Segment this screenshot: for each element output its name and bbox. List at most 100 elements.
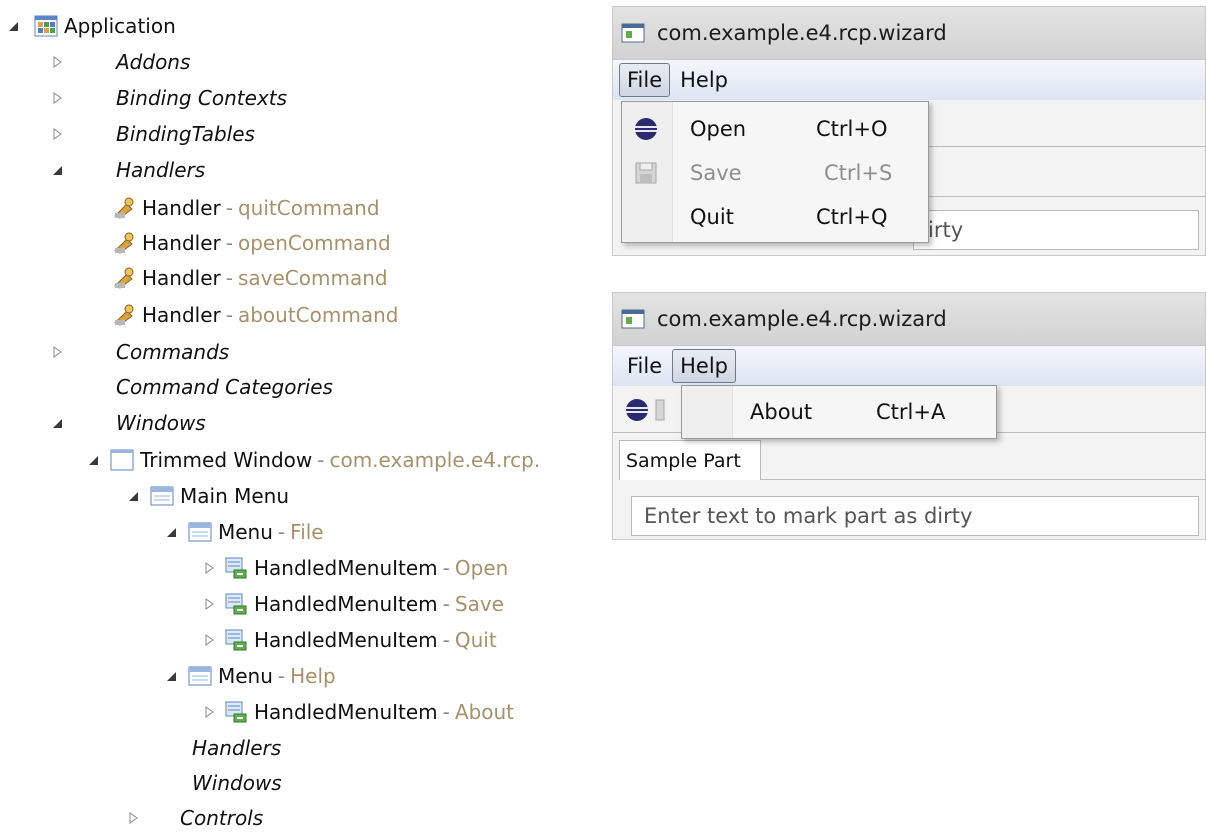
menu-help[interactable]: Help <box>672 63 736 97</box>
tree-node-binding-tables[interactable]: BindingTables <box>50 116 255 152</box>
menu-file[interactable]: File <box>619 349 670 383</box>
tree-value: saveCommand <box>237 266 388 290</box>
tree-label: Menu <box>218 520 273 544</box>
menu-bar: File Help <box>613 59 1205 101</box>
tree-node-windows[interactable]: Windows <box>50 405 206 441</box>
tree-node-commands[interactable]: Commands <box>50 334 229 370</box>
tree-label: Command Categories <box>116 375 333 399</box>
window-title: com.example.e4.rcp.wizard <box>657 307 947 331</box>
tree-value: Quit <box>454 628 497 652</box>
tree-node-addons[interactable]: Addons <box>50 44 190 80</box>
collapsed-arrow-icon[interactable] <box>50 345 64 359</box>
tree-node-application[interactable]: Application <box>6 8 176 44</box>
tree-label: Trimmed Window <box>140 448 313 472</box>
tree-value: Help <box>290 664 336 688</box>
tree-node-menu-help[interactable]: Menu - Help <box>164 658 336 694</box>
dirty-text-field[interactable]: Enter text to mark part as dirty <box>631 496 1199 536</box>
tree-node-handled-menu-item[interactable]: HandledMenuItem - Quit <box>202 622 497 658</box>
tree-node-handler[interactable]: Handler - aboutCommand <box>112 297 398 333</box>
collapsed-arrow-icon[interactable] <box>202 561 216 575</box>
menu-item-quit[interactable]: Quit Ctrl+Q <box>622 195 928 239</box>
window-titlebar: com.example.e4.rcp.wizard <box>613 293 1205 345</box>
tree-label: Binding Contexts <box>116 86 288 110</box>
tree-value: Open <box>454 556 509 580</box>
tree-label: Handler <box>142 303 221 327</box>
tree-label: HandledMenuItem <box>254 592 438 616</box>
handled-menu-item-icon <box>225 701 247 723</box>
tree-label: Addons <box>116 50 191 74</box>
tree-node-controls[interactable]: Controls <box>126 800 263 836</box>
help-dropdown-menu: About Ctrl+A <box>681 385 997 439</box>
handler-icon <box>114 267 134 289</box>
dirty-text-field[interactable]: irty <box>913 210 1199 250</box>
save-icon[interactable] <box>655 398 665 422</box>
tree-node-handled-menu-item[interactable]: HandledMenuItem - Save <box>202 586 504 622</box>
collapsed-arrow-icon[interactable] <box>202 597 216 611</box>
expanded-arrow-icon[interactable] <box>86 453 100 467</box>
menu-bar: File Help <box>613 345 1205 387</box>
tree-label: Handler <box>142 231 221 255</box>
menu-help[interactable]: Help <box>672 349 737 383</box>
window-title: com.example.e4.rcp.wizard <box>657 21 947 45</box>
handled-menu-item-icon <box>225 557 247 579</box>
tree-label: Handler <box>142 196 221 220</box>
toolbar-divider <box>923 146 1205 147</box>
collapsed-arrow-icon[interactable] <box>50 55 64 69</box>
tree-value: com.example.e4.rcp. <box>329 448 541 472</box>
tree-label: HandledMenuItem <box>254 628 438 652</box>
tree-node-menu-file[interactable]: Menu - File <box>164 514 324 550</box>
expanded-arrow-icon[interactable] <box>164 669 178 683</box>
tree-node-handlers[interactable]: Handlers <box>50 152 205 188</box>
eclipse-icon[interactable] <box>625 398 649 422</box>
tree-node-main-menu[interactable]: Main Menu <box>126 478 289 514</box>
menu-item-save[interactable]: Save Ctrl+S <box>622 151 928 195</box>
collapsed-arrow-icon[interactable] <box>50 127 64 141</box>
expanded-arrow-icon[interactable] <box>50 416 64 430</box>
menu-item-about[interactable]: About Ctrl+A <box>682 390 996 434</box>
expanded-arrow-icon[interactable] <box>6 19 20 33</box>
window-titlebar: com.example.e4.rcp.wizard <box>613 7 1205 59</box>
application-model-tree: Application Addons Binding Contexts Bind… <box>0 0 600 830</box>
tree-node-binding-contexts[interactable]: Binding Contexts <box>50 80 287 116</box>
tree-node-handler[interactable]: Handler - saveCommand <box>112 260 388 296</box>
menu-icon <box>188 666 212 686</box>
tree-label: Handler <box>142 266 221 290</box>
menu-file[interactable]: File <box>619 63 671 97</box>
tab-sample-part[interactable]: Sample Part <box>619 440 761 480</box>
tree-label: HandledMenuItem <box>254 700 438 724</box>
file-dropdown-menu: Open Ctrl+O Save Ctrl+S Quit Ctrl+Q <box>621 101 929 243</box>
expanded-arrow-icon[interactable] <box>126 489 140 503</box>
collapsed-arrow-icon[interactable] <box>126 811 140 825</box>
collapsed-arrow-icon[interactable] <box>202 633 216 647</box>
tree-node-handled-menu-item[interactable]: HandledMenuItem - Open <box>202 550 508 586</box>
tree-node-window-windows[interactable]: Windows <box>192 765 282 801</box>
app-window-file-menu: com.example.e4.rcp.wizard File Help irty… <box>612 6 1206 256</box>
tree-value: openCommand <box>237 231 391 255</box>
handled-menu-item-icon <box>225 593 247 615</box>
expanded-arrow-icon[interactable] <box>164 525 178 539</box>
tree-node-command-categories[interactable]: Command Categories <box>116 369 333 405</box>
save-icon <box>635 162 657 184</box>
window-icon <box>110 449 134 471</box>
application-icon <box>34 15 58 37</box>
handler-icon <box>114 197 134 219</box>
tree-node-handler[interactable]: Handler - quitCommand <box>112 190 380 226</box>
tree-node-handled-menu-item[interactable]: HandledMenuItem - About <box>202 694 514 730</box>
tree-node-handler[interactable]: Handler - openCommand <box>112 225 391 261</box>
handler-icon <box>114 304 134 326</box>
text-field-value: Enter text to mark part as dirty <box>644 504 973 528</box>
menu-item-open[interactable]: Open Ctrl+O <box>622 107 928 151</box>
app-window-icon <box>621 309 645 329</box>
tree-value: aboutCommand <box>237 303 399 327</box>
tree-label: Main Menu <box>180 484 290 508</box>
app-window-icon <box>621 23 645 43</box>
tree-node-trimmed-window[interactable]: Trimmed Window - com.example.e4.rcp. <box>86 442 540 478</box>
menu-icon <box>188 522 212 542</box>
tree-label: Handlers <box>116 158 206 182</box>
tree-value: About <box>454 700 515 724</box>
tree-node-window-handlers[interactable]: Handlers <box>192 730 281 766</box>
expanded-arrow-icon[interactable] <box>50 163 64 177</box>
collapsed-arrow-icon[interactable] <box>202 705 216 719</box>
collapsed-arrow-icon[interactable] <box>50 91 64 105</box>
tree-label: Handlers <box>192 736 282 760</box>
